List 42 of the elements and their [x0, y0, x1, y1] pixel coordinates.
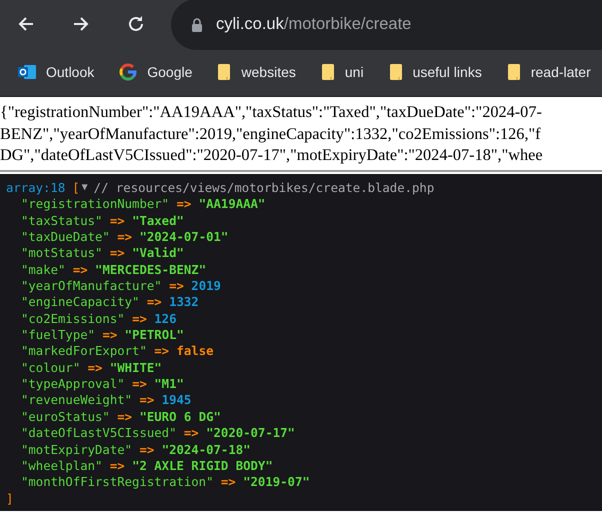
g-logo-icon: [119, 62, 138, 80]
json-output-line: BENZ","yearOfManufacture":2019,"engineCapacity":1332,"co2Emissions":126,"f: [0, 122, 542, 144]
dump-entry: "typeApproval" => "M1": [20, 376, 185, 392]
dump-entry: "taxStatus" => "Taxed": [20, 212, 185, 230]
bookmark[interactable]: useful links: [388, 62, 482, 80]
bookmark[interactable]: uni: [320, 62, 364, 80]
dump-entry: "motExpiryDate" => "2024-07-18": [20, 442, 252, 458]
folder-icon: [506, 62, 521, 80]
folder-icon: [320, 62, 335, 80]
dump-entry: "wheelplan" => "2 AXLE RIGID BODY": [20, 458, 274, 474]
file-comment: // resources/views/motorbikes/create.blade.php: [94, 180, 434, 196]
dump-entry: "markedForExport" => false: [20, 343, 215, 360]
dump-entry: "taxDueDate" => "2024-07-01": [20, 229, 230, 246]
bookmark[interactable]: Outlook: [18, 62, 94, 80]
dump-entry: "monthOfFirstRegistration" => "2019-07": [20, 474, 311, 491]
address-bar[interactable]: cyli.co.uk/motorbike/create: [171, 0, 602, 50]
type-label: array:18: [6, 180, 66, 196]
dump-entry: "revenueWeight" => 1945: [20, 392, 192, 409]
dump-entry: "dateOfLastV5CIssued" => "2020-07-17": [20, 425, 296, 442]
folder-icon: [388, 62, 403, 80]
dump-entry: "engineCapacity" => 1332: [20, 294, 200, 311]
bookmark[interactable]: read-later: [506, 62, 591, 80]
url-text: cyli.co.uk/motorbike/create: [216, 15, 412, 34]
close-bracket: ]: [6, 492, 14, 506]
lock-icon: [191, 18, 203, 32]
dump-entry: "fuelType" => "PETROL": [20, 327, 185, 344]
open-bracket: [: [72, 180, 80, 196]
dump-entry: "yearOfManufacture" => 2019: [20, 278, 222, 294]
json-output-line: {"registrationNumber":"AA19AAA","taxStatus":"Taxed","taxDueDate":"2024-07-: [0, 101, 543, 122]
reload-icon[interactable]: [126, 14, 146, 34]
json-output-line: DG","dateOfLastV5CIssued":"2020-07-17","motExpiryDate":"2024-07-18","whee: [0, 144, 544, 166]
mail-app-icon: [18, 62, 36, 80]
bookmark[interactable]: Google: [119, 62, 192, 80]
bookmark[interactable]: websites: [217, 62, 296, 80]
dump-entry: "motStatus" => "Valid": [20, 245, 185, 262]
dump-entry: "registrationNumber" => "AA19AAA": [20, 196, 266, 213]
folder-icon: [217, 62, 232, 80]
dump-entry: "make" => "MERCEDES-BENZ": [20, 262, 208, 278]
collapse-toggle[interactable]: ▼: [82, 180, 88, 196]
dump-entry: "co2Emissions" => 126: [20, 310, 178, 328]
dump-entry: "euroStatus" => "EURO 6 DG": [20, 408, 222, 426]
dump-entry: "colour" => "WHITE": [20, 360, 163, 376]
